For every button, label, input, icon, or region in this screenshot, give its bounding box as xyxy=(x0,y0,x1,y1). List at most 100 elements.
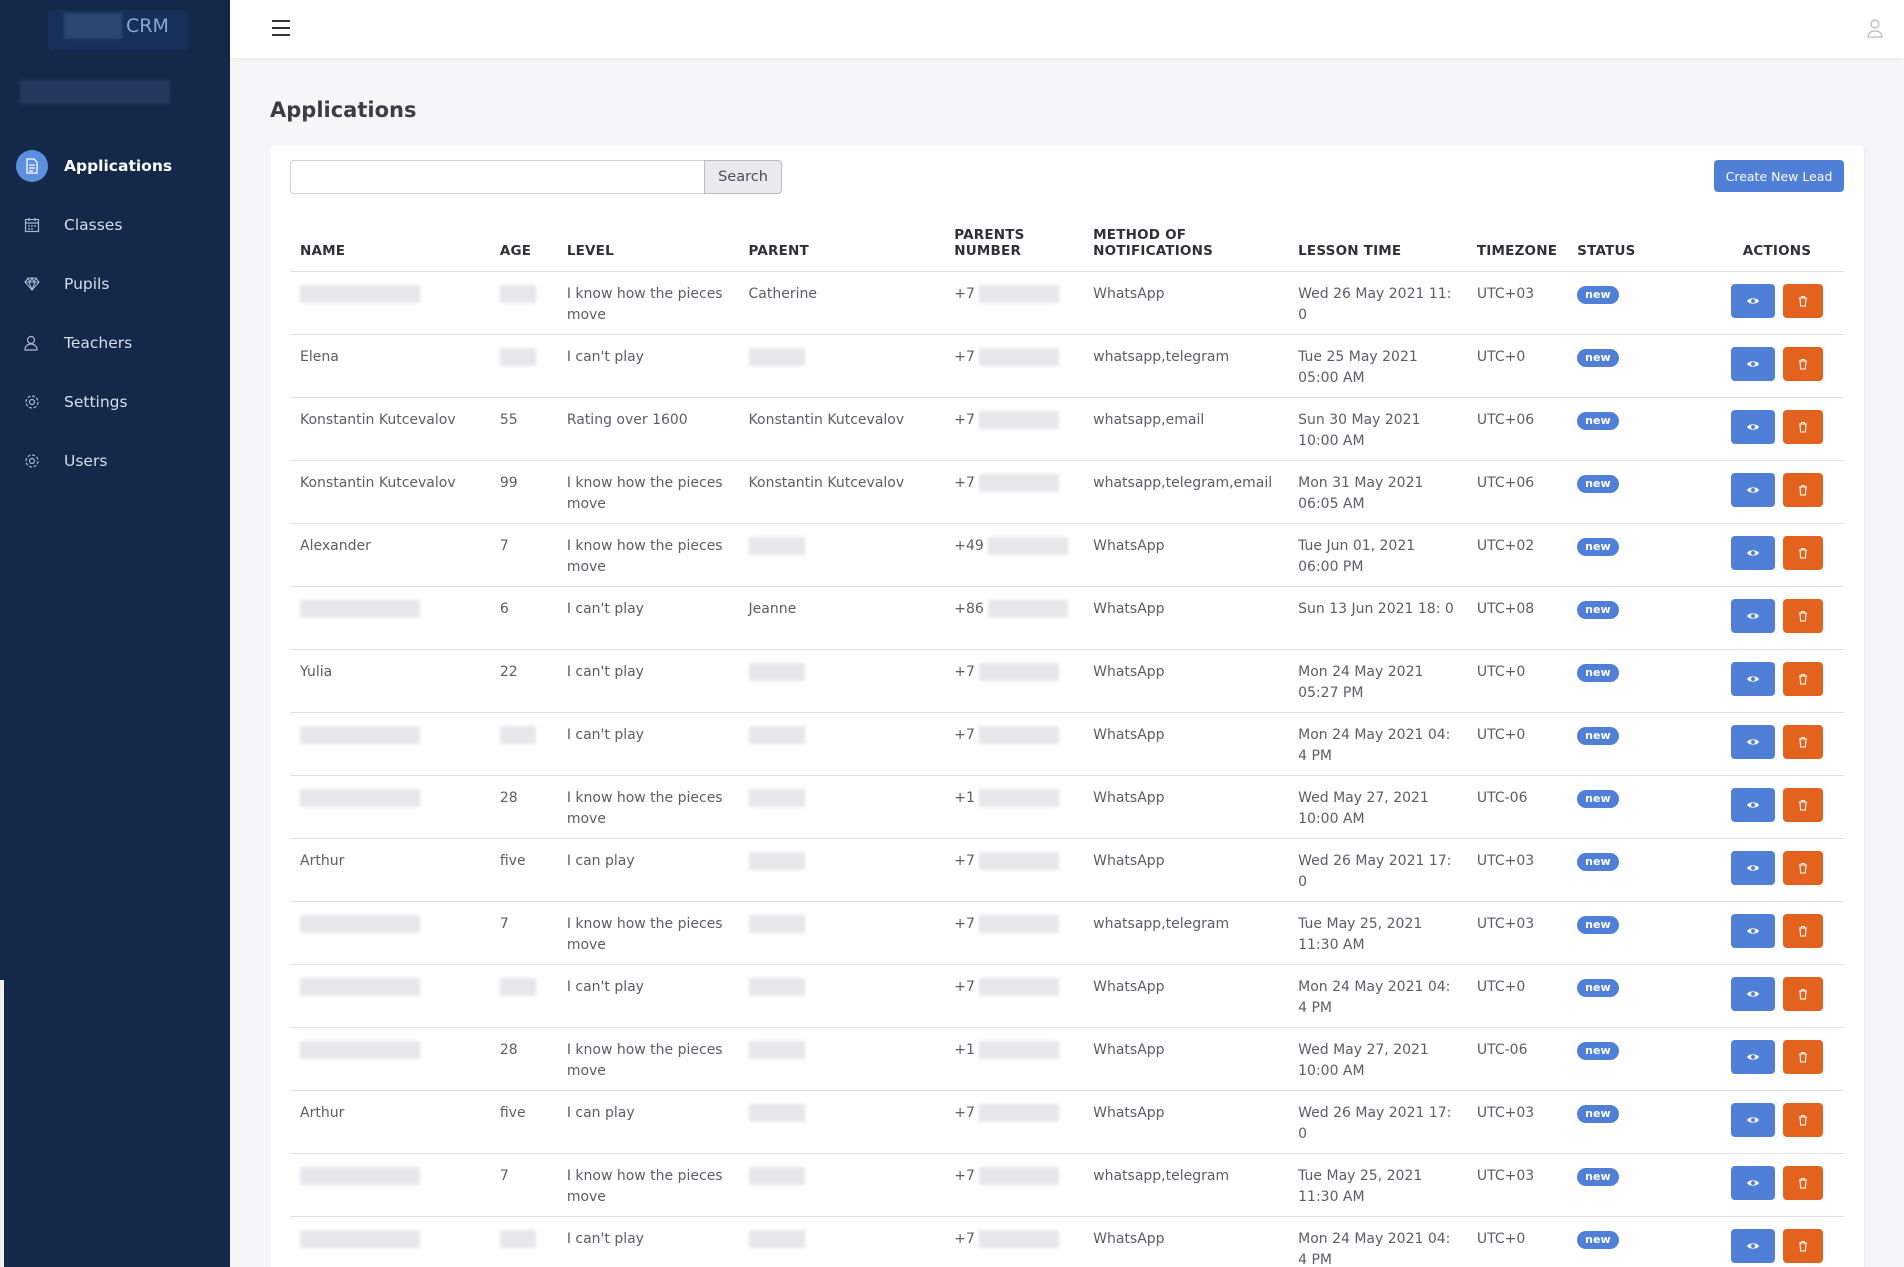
redacted-value xyxy=(978,284,1059,303)
hamburger-menu-icon[interactable] xyxy=(272,20,290,36)
row-lesson-time: Tue Jun 01, 2021 06:00 PM xyxy=(1288,523,1467,587)
table-row[interactable]: Konstantin Kutcevalov 99 I know how the pi… xyxy=(290,460,1844,524)
view-button[interactable] xyxy=(1730,1102,1775,1137)
sidebar-item-classes[interactable]: Classes xyxy=(0,195,230,254)
table-row[interactable]: Alexander 7 I know how the pieces move +49 W… xyxy=(290,523,1844,587)
delete-button[interactable] xyxy=(1782,535,1823,570)
eye-icon xyxy=(1746,486,1759,493)
view-button[interactable] xyxy=(1730,598,1775,633)
row-parents-number: +7 xyxy=(944,649,1084,713)
delete-button[interactable] xyxy=(1782,598,1823,633)
header-name[interactable]: NAME xyxy=(290,215,490,272)
table-row[interactable]: Arthur five I can play +7 WhatsApp Wed 26 May… xyxy=(290,838,1844,902)
applications-table: NAME AGE LEVEL PARENT PARENTS NUMBER MET… xyxy=(290,215,1844,1267)
table-row[interactable]: Yulia 22 I can't play +7 WhatsApp Mon 24 May … xyxy=(290,649,1844,713)
table-row[interactable]: I can't play +7 WhatsApp Mon 24 May 2021 04… xyxy=(290,964,1844,1028)
delete-button[interactable] xyxy=(1782,283,1823,318)
row-status: new xyxy=(1567,1027,1710,1091)
delete-button[interactable] xyxy=(1782,409,1823,444)
view-button[interactable] xyxy=(1730,1165,1775,1200)
view-button[interactable] xyxy=(1730,724,1775,759)
row-actions xyxy=(1709,775,1844,839)
header-level[interactable]: LEVEL xyxy=(556,215,739,272)
delete-button[interactable] xyxy=(1782,724,1823,759)
status-badge: new xyxy=(1577,285,1619,304)
row-level-text: I can't play xyxy=(566,348,644,365)
row-parents-number-text: +7 xyxy=(954,474,975,491)
table-row[interactable]: Konstantin Kutcevalov 55 Rating over 1600 K… xyxy=(290,397,1844,461)
delete-button[interactable] xyxy=(1782,787,1823,822)
header-method[interactable]: METHOD OF NOTIFICATIONS xyxy=(1083,215,1289,272)
row-level: I can't play xyxy=(556,964,739,1028)
view-button[interactable] xyxy=(1730,976,1775,1011)
table-row[interactable]: 28 I know how the pieces move +1 WhatsApp We… xyxy=(290,1027,1844,1091)
view-button[interactable] xyxy=(1730,535,1775,570)
table-row[interactable]: 28 I know how the pieces move +1 WhatsApp We… xyxy=(290,775,1844,839)
row-timezone-text: UTC+02 xyxy=(1476,537,1535,554)
user-icon[interactable] xyxy=(1866,18,1884,38)
delete-button[interactable] xyxy=(1782,850,1823,885)
delete-button[interactable] xyxy=(1782,1228,1823,1263)
row-age xyxy=(489,271,557,335)
delete-button[interactable] xyxy=(1782,1102,1823,1137)
delete-button[interactable] xyxy=(1782,913,1823,948)
sidebar-item-applications[interactable]: Applications xyxy=(0,136,230,195)
header-timezone[interactable]: TIMEZONE xyxy=(1466,215,1568,272)
row-status: new xyxy=(1567,460,1710,524)
delete-button[interactable] xyxy=(1782,1039,1823,1074)
delete-button[interactable] xyxy=(1782,472,1823,507)
view-button[interactable] xyxy=(1730,1039,1775,1074)
header-lesson-time[interactable]: LESSON TIME xyxy=(1288,215,1467,272)
header-age[interactable]: AGE xyxy=(489,215,557,272)
table-row[interactable]: 7 I know how the pieces move +7 whatsapp,te… xyxy=(290,1153,1844,1217)
table-row[interactable]: 6 I can't play Jeanne +86 WhatsApp Sun 13 Jun… xyxy=(290,586,1844,650)
view-button[interactable] xyxy=(1730,346,1775,381)
action-buttons xyxy=(1720,409,1834,444)
eye-icon xyxy=(1746,1116,1759,1123)
delete-button[interactable] xyxy=(1782,976,1823,1011)
search-input[interactable] xyxy=(290,160,704,194)
redacted-value xyxy=(300,725,420,744)
redacted-value xyxy=(978,347,1059,366)
table-row[interactable]: I can't play +7 WhatsApp Mon 24 May 2021 04… xyxy=(290,1216,1844,1267)
header-status[interactable]: STATUS xyxy=(1567,215,1710,272)
sidebar-item-users[interactable]: Users xyxy=(0,431,230,490)
row-level-text: I can't play xyxy=(566,1230,644,1247)
sidebar-item-pupils[interactable]: Pupils xyxy=(0,254,230,313)
create-new-lead-button[interactable]: Create New Lead xyxy=(1714,160,1844,192)
view-button[interactable] xyxy=(1730,787,1775,822)
table-row[interactable]: 7 I know how the pieces move +7 whatsapp,te… xyxy=(290,901,1844,965)
sidebar-item-settings[interactable]: Settings xyxy=(0,372,230,431)
eye-icon xyxy=(1746,927,1759,934)
view-button[interactable] xyxy=(1730,850,1775,885)
row-lesson-time: Wed May 27, 2021 10:00 AM xyxy=(1288,775,1467,839)
delete-button[interactable] xyxy=(1782,1165,1823,1200)
view-button[interactable] xyxy=(1730,472,1775,507)
view-button[interactable] xyxy=(1730,283,1775,318)
row-method-text: WhatsApp xyxy=(1093,726,1165,743)
row-level: I know how the pieces move xyxy=(556,523,739,587)
view-button[interactable] xyxy=(1730,1228,1775,1263)
view-button[interactable] xyxy=(1730,913,1775,948)
action-buttons xyxy=(1720,346,1834,381)
delete-button[interactable] xyxy=(1782,661,1823,696)
delete-button[interactable] xyxy=(1782,346,1823,381)
row-parents-number-text: +7 xyxy=(954,915,975,932)
search-button[interactable]: Search xyxy=(704,160,782,194)
table-row[interactable]: I can't play +7 WhatsApp Mon 24 May 2021 04… xyxy=(290,712,1844,776)
search-bar: Search xyxy=(290,160,782,194)
sidebar-item-teachers[interactable]: Teachers xyxy=(0,313,230,372)
view-button[interactable] xyxy=(1730,661,1775,696)
calendar-icon xyxy=(22,215,42,235)
row-name: Yulia xyxy=(290,649,490,713)
table-row[interactable]: I know how the pieces move Catherine +7 Wha… xyxy=(290,271,1844,335)
header-parent[interactable]: PARENT xyxy=(738,215,945,272)
redacted-value xyxy=(300,914,420,933)
brand-logo[interactable]: CRM xyxy=(48,10,188,50)
view-button[interactable] xyxy=(1730,409,1775,444)
redacted-value xyxy=(748,536,805,555)
table-row[interactable]: Arthur five I can play +7 WhatsApp Wed 26 May… xyxy=(290,1090,1844,1154)
header-parents-number[interactable]: PARENTS NUMBER xyxy=(944,215,1084,272)
table-row[interactable]: Elena I can't play +7 whatsapp,telegram Tue … xyxy=(290,334,1844,398)
redacted-value xyxy=(748,1103,805,1122)
